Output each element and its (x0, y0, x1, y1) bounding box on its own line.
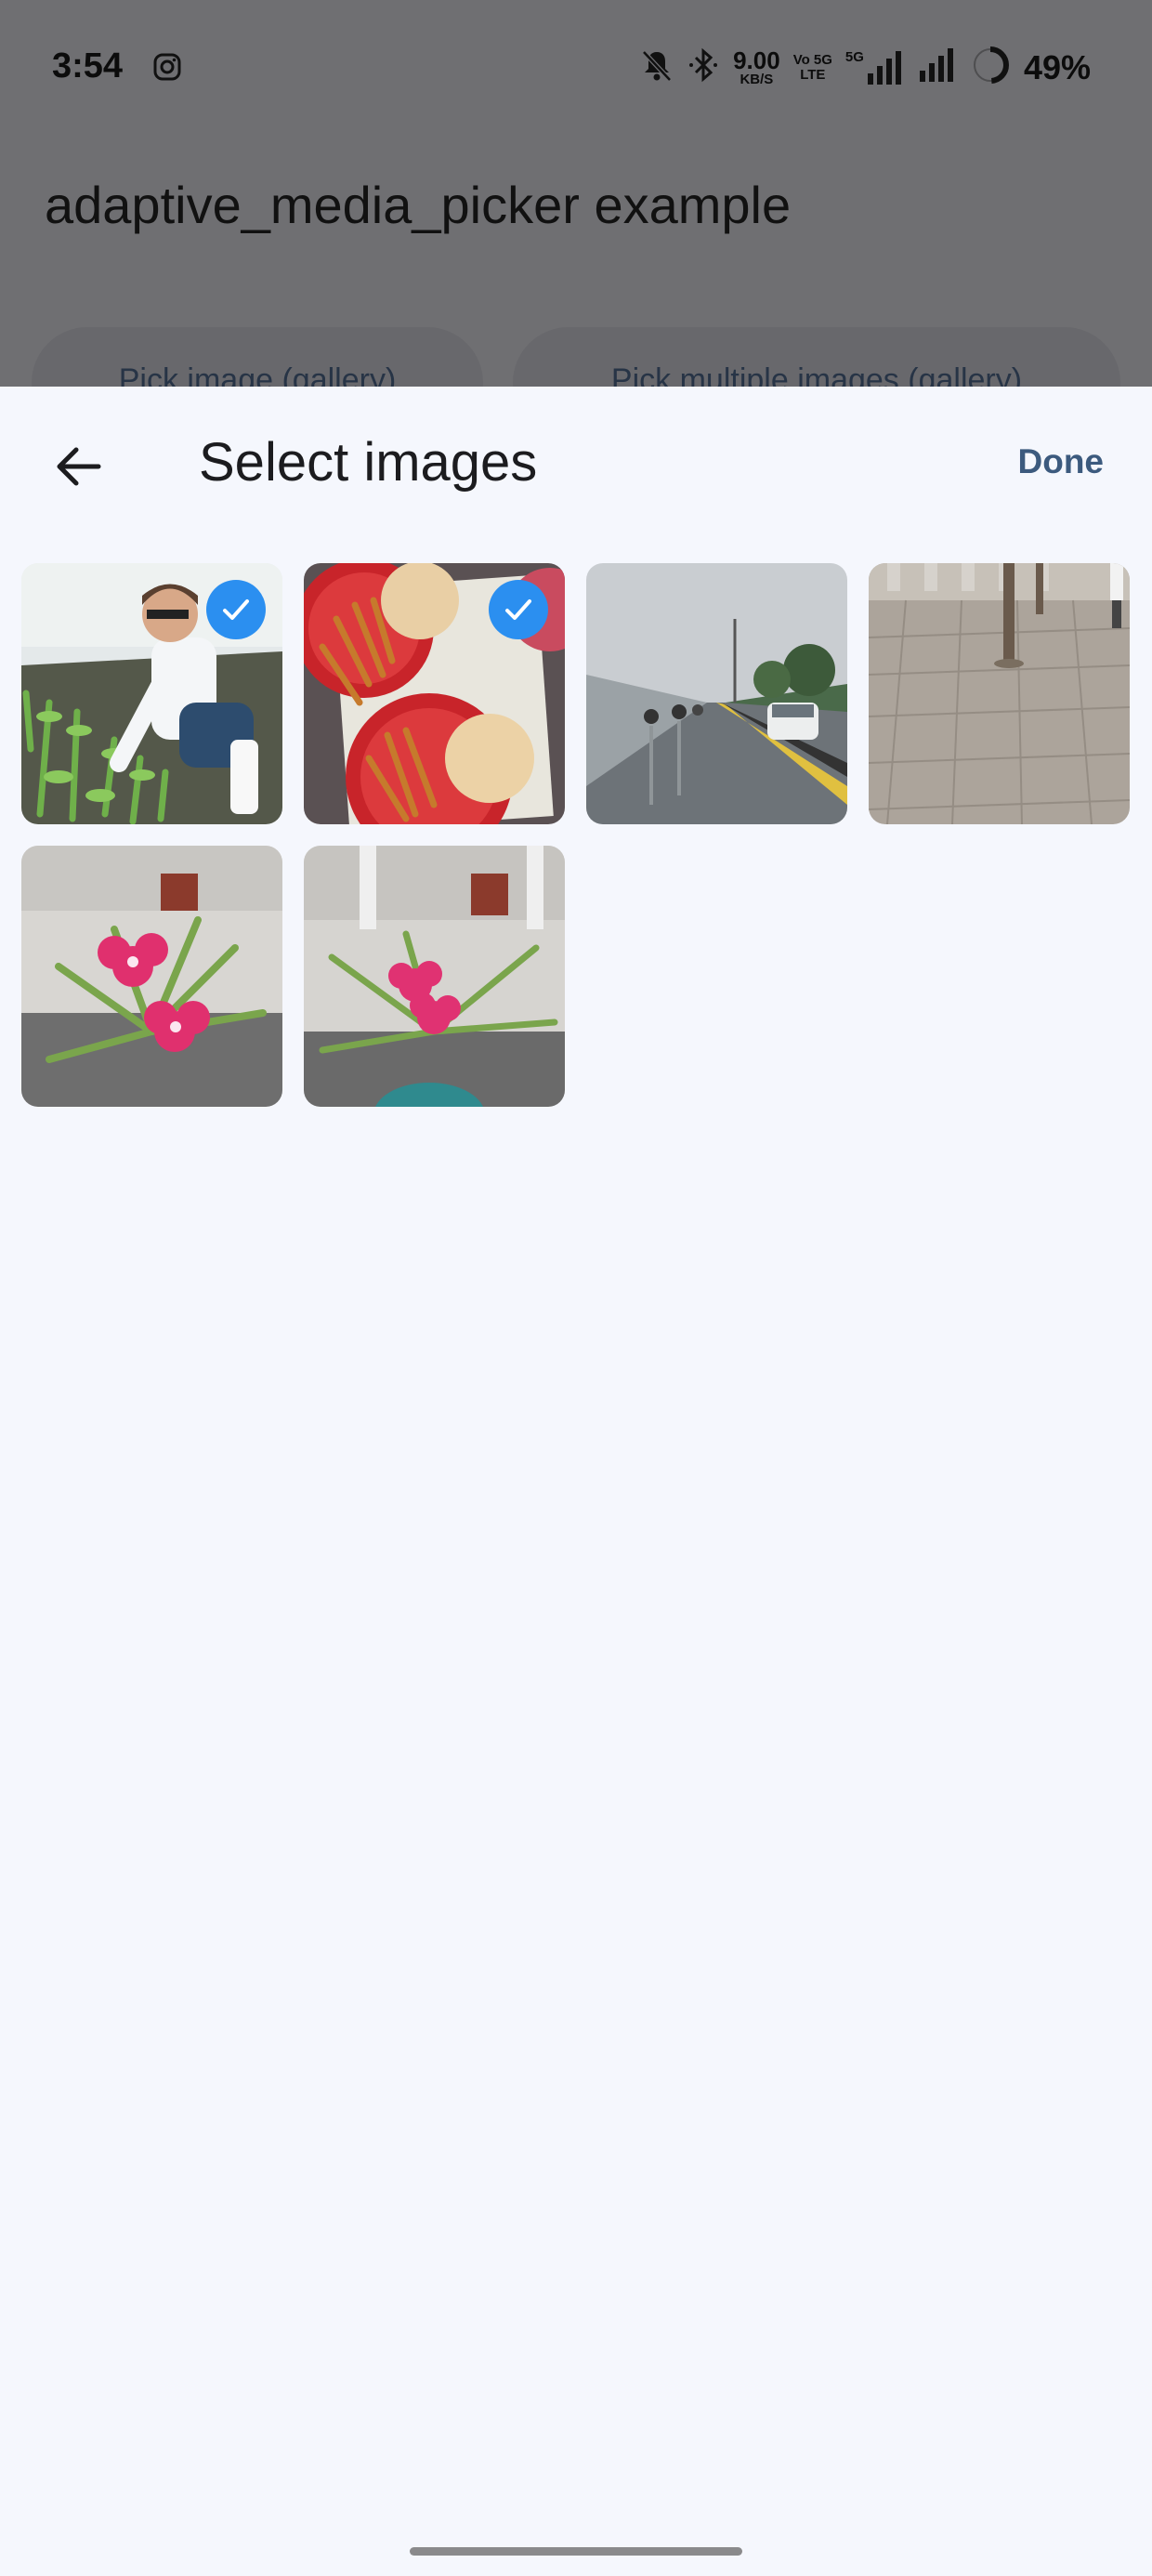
image-tile[interactable] (21, 563, 282, 824)
selected-check (489, 580, 548, 639)
network-speed: 9.00 KB/S (733, 48, 780, 86)
status-bar: 3:54 9.00 KB/S Vo 5G LTE 5G 49% (0, 0, 1152, 139)
volte-line1: Vo 5G (792, 51, 832, 68)
image-tile[interactable] (304, 846, 565, 1107)
network-speed-unit: KB/S (740, 72, 774, 87)
status-icons: 9.00 KB/S Vo 5G LTE 5G 49% (638, 45, 1091, 90)
image-tile[interactable] (21, 846, 282, 1107)
image-tile[interactable] (869, 563, 1130, 824)
battery-icon (970, 45, 1011, 90)
instagram-icon (152, 52, 182, 82)
selected-check (206, 580, 266, 639)
flowers-photo (21, 846, 282, 1107)
battery-percent: 49% (1023, 47, 1091, 86)
back-button[interactable] (45, 433, 111, 500)
image-tile[interactable] (304, 563, 565, 824)
image-picker-sheet: Select images Done (0, 387, 1152, 2576)
bluetooth-icon (688, 46, 720, 88)
rainy-road-photo (586, 563, 847, 824)
image-tile[interactable] (586, 563, 847, 824)
status-time: 3:54 (52, 46, 124, 85)
volte-indicator: Vo 5G LTE (792, 51, 832, 83)
done-button[interactable]: Done (1018, 442, 1105, 481)
signal-5g-icon: 5G (845, 49, 905, 86)
network-speed-value: 9.00 (733, 46, 780, 74)
checkmark-icon (223, 599, 249, 620)
flowers-pot-photo (304, 846, 565, 1107)
mute-icon (638, 46, 675, 88)
checkmark-icon (505, 599, 531, 620)
arrow-back-icon (57, 447, 101, 486)
home-indicator[interactable] (410, 2547, 742, 2556)
sidewalk-photo (869, 563, 1130, 824)
signal-icon (918, 46, 957, 88)
volte-line2: LTE (800, 66, 826, 83)
network-type-label: 5G (844, 48, 864, 65)
sheet-title: Select images (199, 432, 538, 493)
app-title: adaptive_media_picker example (45, 176, 792, 234)
